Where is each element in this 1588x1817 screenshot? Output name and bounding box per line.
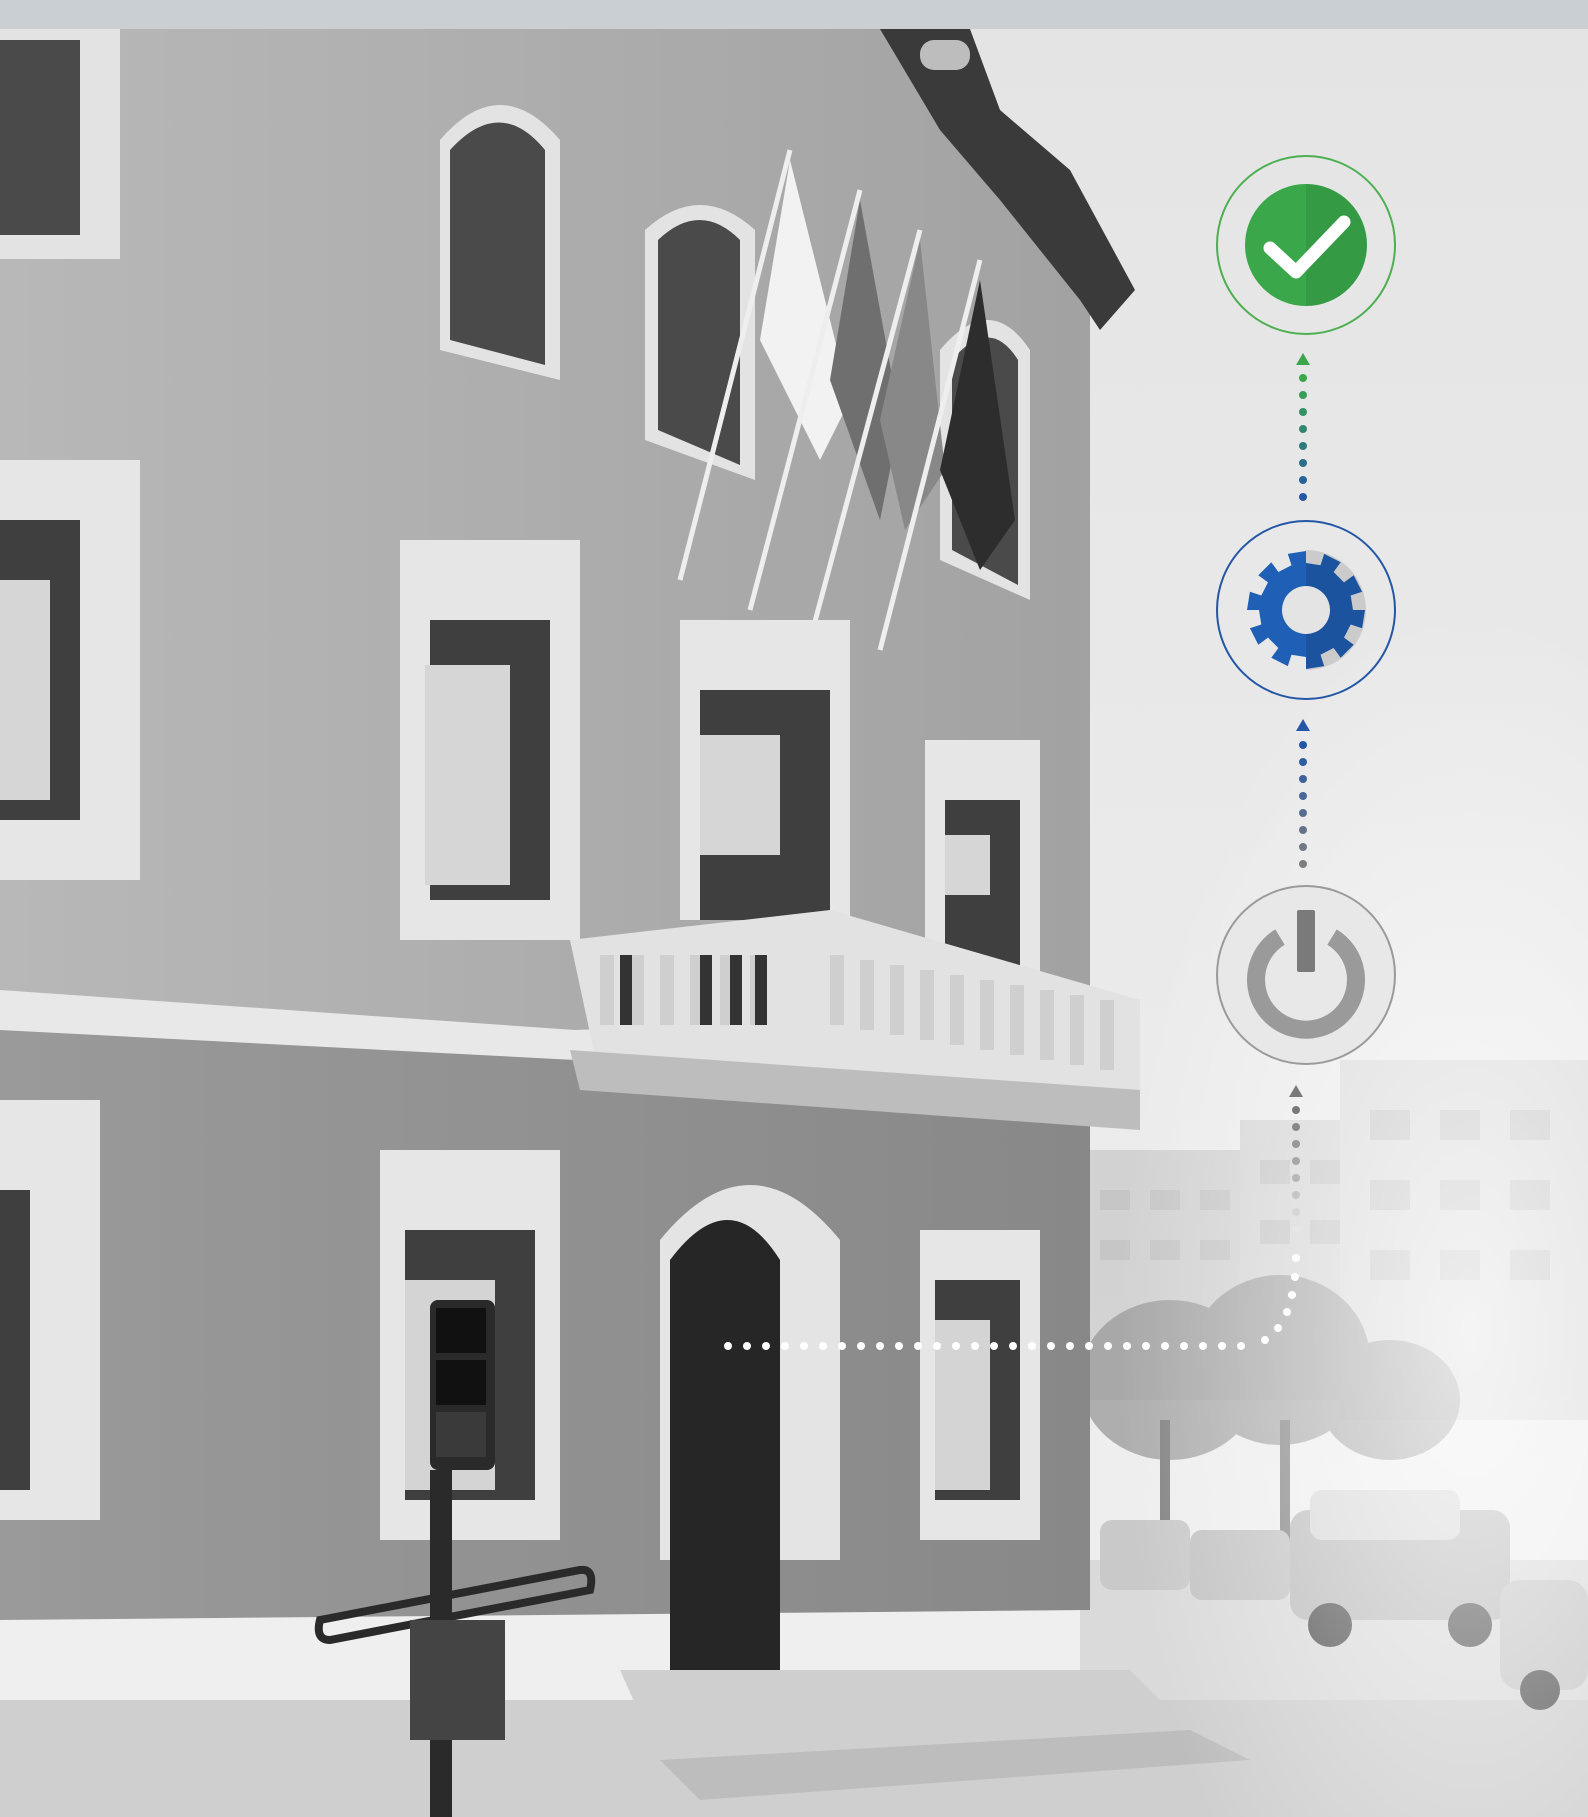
- connector-dot: [1066, 1342, 1074, 1350]
- connector-dot: [895, 1342, 903, 1350]
- connector-dot: [819, 1342, 827, 1350]
- connector-dot: [1299, 493, 1307, 501]
- connector-dot: [971, 1342, 979, 1350]
- arrow-up-icon: [1296, 353, 1310, 365]
- connector-dot: [1299, 476, 1307, 484]
- connector-gear-to-power: [1299, 741, 1307, 868]
- connector-dot: [1261, 1336, 1269, 1344]
- photo-scene: [0, 0, 1588, 1817]
- connector-dot: [857, 1342, 865, 1350]
- connector-dot: [1104, 1342, 1112, 1350]
- connector-dot: [1028, 1342, 1036, 1350]
- arrow-up-icon: [1296, 719, 1310, 731]
- process-flow: [724, 155, 1396, 1350]
- connector-dot: [1292, 1208, 1300, 1216]
- connector-dot: [800, 1342, 808, 1350]
- gear-icon: [1247, 550, 1366, 670]
- connector-dot: [1123, 1342, 1131, 1350]
- connector-dot: [1292, 1225, 1300, 1233]
- connector-dot: [1292, 1254, 1300, 1262]
- connector-dot: [1292, 1140, 1300, 1148]
- connector-dot: [1291, 1273, 1299, 1281]
- connector-dot: [1299, 860, 1307, 868]
- step-processing: [1216, 520, 1396, 700]
- connector-dot: [876, 1342, 884, 1350]
- connector-dot: [1299, 391, 1307, 399]
- connector-dot: [914, 1342, 922, 1350]
- connector-dot: [1299, 425, 1307, 433]
- connector-dot: [1142, 1342, 1150, 1350]
- connector-dot: [724, 1342, 732, 1350]
- connector-dot: [781, 1342, 789, 1350]
- connector-dot: [952, 1342, 960, 1350]
- connector-dot: [1299, 459, 1307, 467]
- connector-dot: [1085, 1342, 1093, 1350]
- connector-dot: [1299, 741, 1307, 749]
- step-start: [1216, 885, 1396, 1065]
- arrow-up-icon: [1289, 1085, 1303, 1097]
- connector-dot: [1299, 843, 1307, 851]
- connector-dot: [1292, 1157, 1300, 1165]
- connector-dot: [1299, 442, 1307, 450]
- connector-dot: [1009, 1342, 1017, 1350]
- connector-dot: [933, 1342, 941, 1350]
- connector-dot: [743, 1342, 751, 1350]
- connector-dot: [1237, 1342, 1245, 1350]
- connector-dot: [762, 1342, 770, 1350]
- connector-dot: [1299, 758, 1307, 766]
- connector-dot: [1180, 1342, 1188, 1350]
- connector-dot: [1292, 1191, 1300, 1199]
- connector-dot: [1299, 826, 1307, 834]
- connector-dot: [1292, 1123, 1300, 1131]
- connector-dot: [1047, 1342, 1055, 1350]
- connector-dot: [1299, 408, 1307, 416]
- connector-dot: [1292, 1106, 1300, 1114]
- connector-dot: [1218, 1342, 1226, 1350]
- connector-power-to-start: [1292, 1106, 1300, 1233]
- connector-dot: [838, 1342, 846, 1350]
- connector-horizontal: [724, 1254, 1300, 1350]
- connector-dot: [1299, 374, 1307, 382]
- step-complete: [1216, 155, 1396, 335]
- connector-dot: [1299, 792, 1307, 800]
- connector-dot: [1299, 809, 1307, 817]
- connector-dot: [1161, 1342, 1169, 1350]
- connector-check-to-gear: [1299, 374, 1307, 501]
- connector-dot: [990, 1342, 998, 1350]
- connector-dot: [1288, 1291, 1296, 1299]
- connector-dot: [1283, 1308, 1291, 1316]
- connector-dot: [1274, 1324, 1282, 1332]
- connector-dot: [1292, 1174, 1300, 1182]
- connector-dot: [1299, 775, 1307, 783]
- connector-dot: [1199, 1342, 1207, 1350]
